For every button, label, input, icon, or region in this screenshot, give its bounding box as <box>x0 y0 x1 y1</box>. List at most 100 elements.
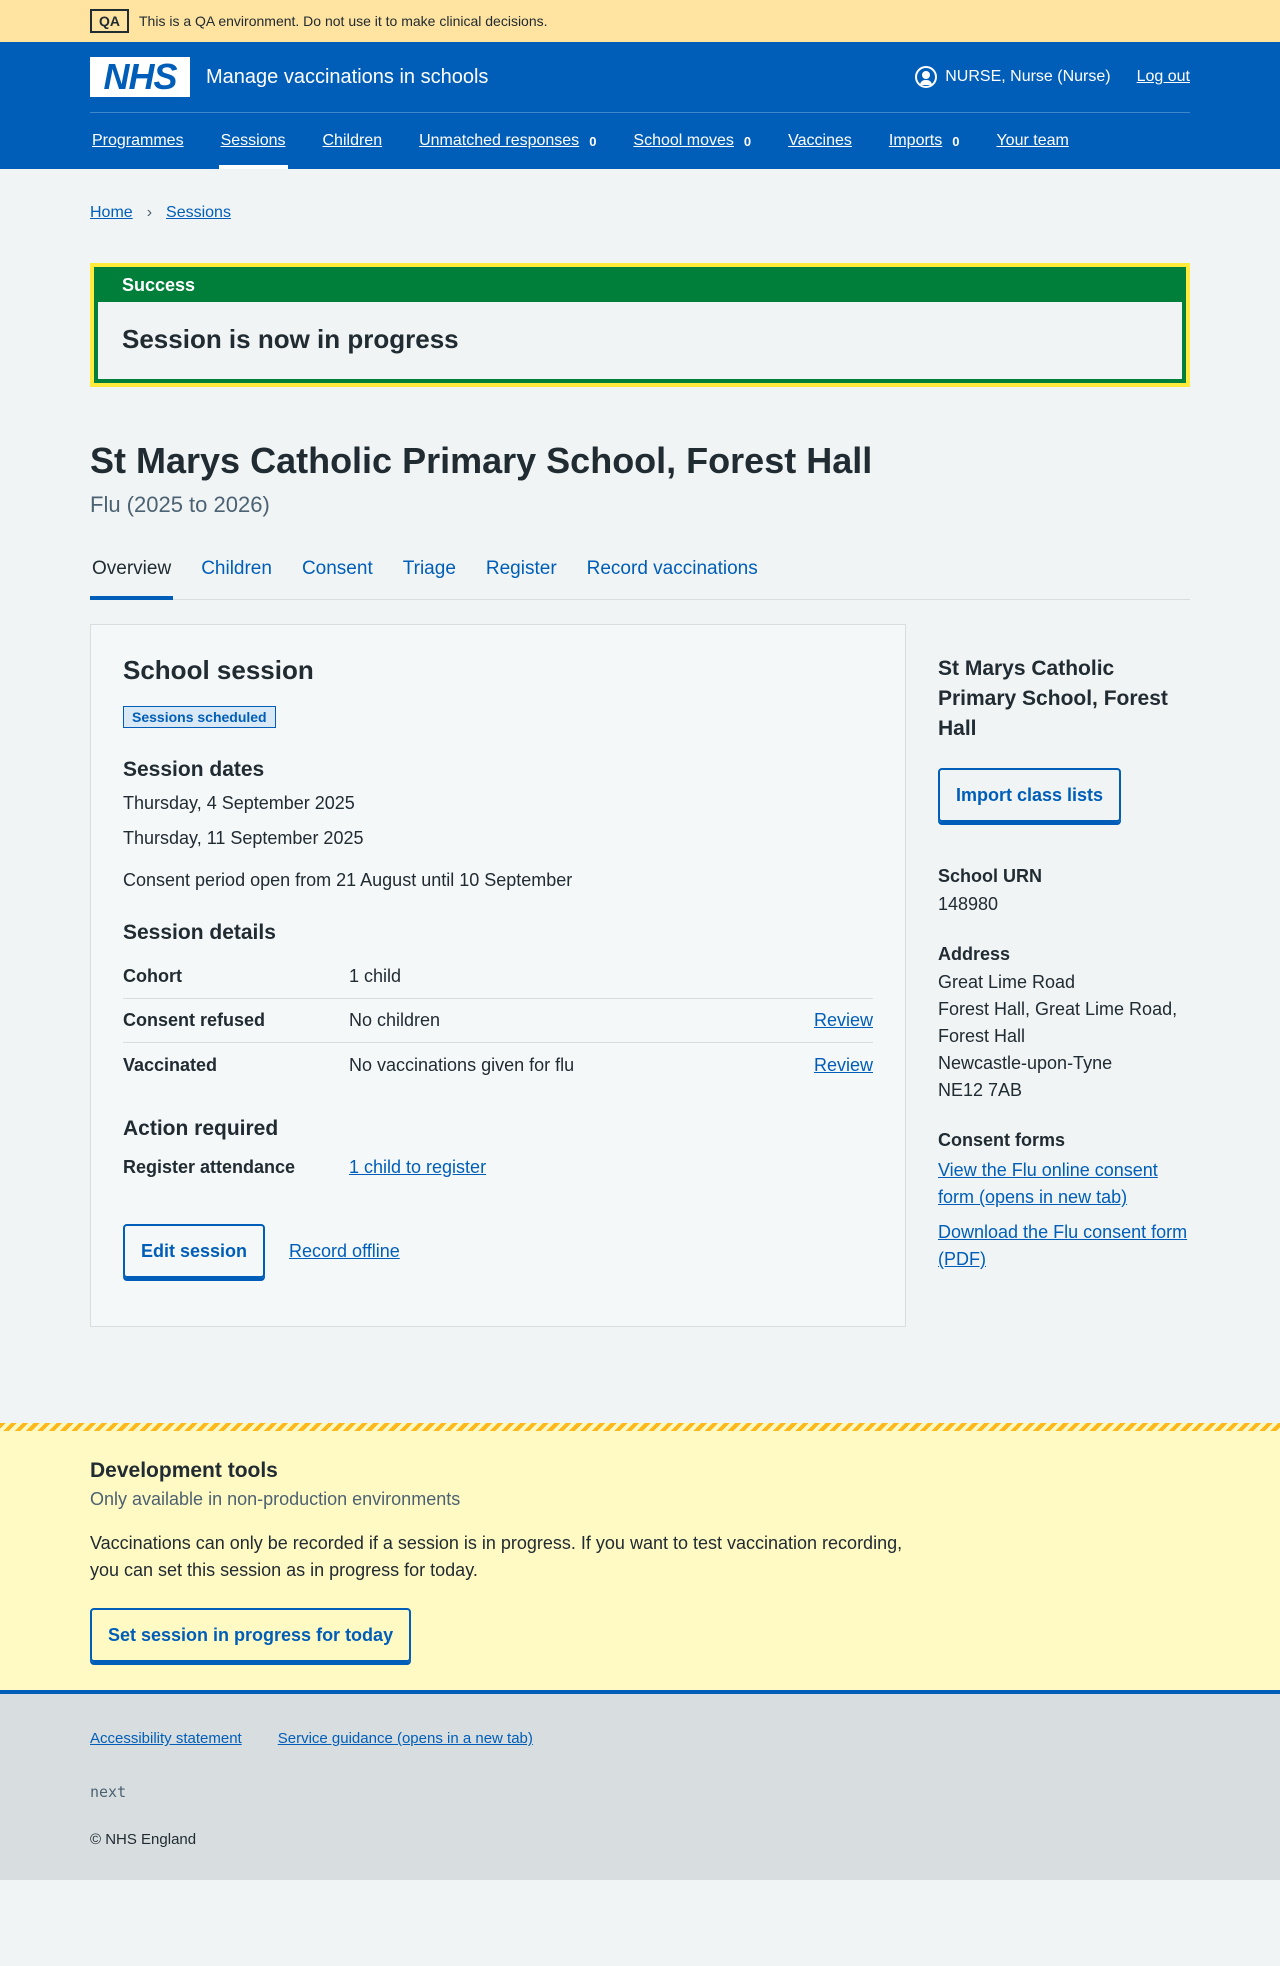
nav-link[interactable]: Your team <box>996 132 1068 150</box>
site-header: NHS Manage vaccinations in schools NURSE… <box>0 42 1280 169</box>
action-required-row: Register attendance 1 child to register <box>123 1157 873 1178</box>
tab-register[interactable]: Register <box>484 550 559 599</box>
summary-value: No vaccinations given for flu <box>349 1054 575 1075</box>
online-consent-form-link[interactable]: View the Flu online consent form (opens … <box>938 1157 1190 1211</box>
session-date: Thursday, 4 September 2025 <box>123 793 355 814</box>
school-urn-label: School URN <box>938 866 1043 887</box>
brand[interactable]: NHS Manage vaccinations in schools <box>90 56 488 97</box>
tab-triage[interactable]: Triage <box>401 550 458 599</box>
consent-period: Consent period open from 21 August until… <box>123 870 573 891</box>
summary-row-cohort: Cohort 1 child <box>123 955 873 1000</box>
app-version: next <box>90 1783 127 1802</box>
breadcrumb: Home › Sessions <box>90 169 1190 231</box>
chevron-right-icon: › <box>146 204 153 221</box>
dev-tools-title: Development tools <box>90 1459 278 1483</box>
session-dates-heading: Session dates <box>123 758 265 782</box>
tab-record-vaccinations[interactable]: Record vaccinations <box>585 550 760 599</box>
status-badge: Sessions scheduled <box>123 706 276 729</box>
user-icon <box>915 66 938 88</box>
dev-tools-description: Vaccinations can only be recorded if a s… <box>90 1533 903 1581</box>
address-label: Address <box>938 944 1011 965</box>
nhs-logo[interactable]: NHS <box>90 56 190 97</box>
site-footer: Accessibility statement Service guidance… <box>0 1690 1280 1881</box>
summary-value: No children <box>349 1010 441 1031</box>
account: NURSE, Nurse (Nurse) Log out <box>915 66 1190 88</box>
address-line: Forest Hall, Great Lime Road, Forest Hal… <box>938 999 1178 1047</box>
review-vaccinated-link[interactable]: Review <box>814 1055 873 1076</box>
nav-item-school-moves[interactable]: School moves 0 <box>631 113 753 169</box>
session-dates: Thursday, 4 September 2025 Thursday, 11 … <box>123 786 873 856</box>
nav-item-imports[interactable]: Imports 0 <box>887 113 962 169</box>
breadcrumb-home[interactable]: Home <box>90 204 133 222</box>
tab-overview[interactable]: Overview <box>90 550 174 601</box>
nav-count: 0 <box>952 133 960 149</box>
service-guidance-link[interactable]: Service guidance (opens in a new tab) <box>278 1730 533 1747</box>
address-line: Newcastle-upon-Tyne <box>938 1053 1113 1074</box>
session-details-list: Cohort 1 child Consent refused No childr… <box>123 955 873 1087</box>
summary-key: Consent refused <box>123 1010 266 1031</box>
nav-item-your-team[interactable]: Your team <box>994 113 1070 169</box>
tab-children[interactable]: Children <box>199 550 274 599</box>
session-tabs: Overview Children Consent Triage Registe… <box>90 550 1190 601</box>
summary-value: 1 child <box>349 966 402 987</box>
development-tools: Development tools Only available in non-… <box>0 1423 1280 1691</box>
summary-key: Cohort <box>123 966 182 987</box>
nav-item-vaccines[interactable]: Vaccines <box>786 113 854 169</box>
accessibility-statement-link[interactable]: Accessibility statement <box>90 1730 242 1747</box>
main-content: Home › Sessions Success Session is now i… <box>90 169 1190 1328</box>
sidebar-school-name: St Marys Catholic Primary School, Forest… <box>938 657 1168 741</box>
account-user-name: NURSE, Nurse (Nurse) <box>945 68 1111 85</box>
import-class-lists-button[interactable]: Import class lists <box>938 768 1122 823</box>
service-name[interactable]: Manage vaccinations in schools <box>206 66 488 89</box>
breadcrumb-sessions[interactable]: Sessions <box>166 204 231 222</box>
nav-link[interactable]: Programmes <box>92 132 184 150</box>
nav-item-programmes[interactable]: Programmes <box>90 113 186 169</box>
nav-link[interactable]: Vaccines <box>788 132 852 150</box>
qa-tag: QA <box>90 9 129 33</box>
school-sidebar: St Marys Catholic Primary School, Forest… <box>938 624 1190 1327</box>
summary-row-vaccinated: Vaccinated No vaccinations given for flu… <box>123 1043 873 1087</box>
address-value: Great Lime Road Forest Hall, Great Lime … <box>938 969 1190 1104</box>
action-required-heading: Action required <box>123 1117 279 1141</box>
school-session-card: School session Sessions scheduled Sessio… <box>90 624 906 1328</box>
card-title: School session <box>123 655 314 686</box>
page-title: St Marys Catholic Primary School, Forest… <box>90 440 873 481</box>
success-banner: Success Session is now in progress <box>90 263 1190 387</box>
nav-link[interactable]: Children <box>323 132 383 150</box>
session-date: Thursday, 11 September 2025 <box>123 828 364 849</box>
summary-row-consent-refused: Consent refused No children Review <box>123 999 873 1044</box>
success-banner-message: Session is now in progress <box>122 324 459 354</box>
nav-count: 0 <box>743 133 752 149</box>
review-consent-refused-link[interactable]: Review <box>814 1010 873 1031</box>
record-offline-link[interactable]: Record offline <box>289 1241 400 1262</box>
copyright: © NHS England <box>90 1831 197 1849</box>
nav-link[interactable]: Unmatched responses <box>419 132 579 150</box>
summary-key: Vaccinated <box>123 1054 218 1075</box>
nav-item-children[interactable]: Children <box>321 113 385 169</box>
primary-navigation: Programmes Sessions Children Unmatched r… <box>90 113 1190 169</box>
address-line: NE12 7AB <box>938 1080 1023 1101</box>
address-line: Great Lime Road <box>938 972 1076 993</box>
qa-banner-text: This is a QA environment. Do not use it … <box>139 13 548 29</box>
consent-forms-label: Consent forms <box>938 1130 1066 1151</box>
nav-item-sessions[interactable]: Sessions <box>218 113 288 169</box>
nav-count: 0 <box>589 133 597 149</box>
school-urn-value: 148980 <box>938 894 999 915</box>
set-session-in-progress-button[interactable]: Set session in progress for today <box>90 1608 412 1663</box>
action-key: Register attendance <box>123 1157 296 1178</box>
qa-banner: QA This is a QA environment. Do not use … <box>0 0 1280 42</box>
nav-link[interactable]: Sessions <box>221 132 286 150</box>
register-children-link[interactable]: 1 child to register <box>349 1157 486 1178</box>
edit-session-button[interactable]: Edit session <box>123 1224 266 1279</box>
nav-item-unmatched-responses[interactable]: Unmatched responses 0 <box>417 113 598 169</box>
download-consent-form-link[interactable]: Download the Flu consent form (PDF) <box>938 1219 1190 1273</box>
session-details-heading: Session details <box>123 921 276 945</box>
page-caption: Flu (2025 to 2026) <box>90 492 270 518</box>
nav-link[interactable]: School moves <box>633 132 734 150</box>
account-user: NURSE, Nurse (Nurse) <box>915 66 1111 88</box>
success-banner-title: Success <box>98 271 1182 302</box>
nav-link[interactable]: Imports <box>889 132 942 150</box>
tab-consent[interactable]: Consent <box>300 550 375 599</box>
logout-link[interactable]: Log out <box>1137 68 1190 86</box>
dev-tools-subtitle: Only available in non-production environ… <box>90 1489 461 1510</box>
